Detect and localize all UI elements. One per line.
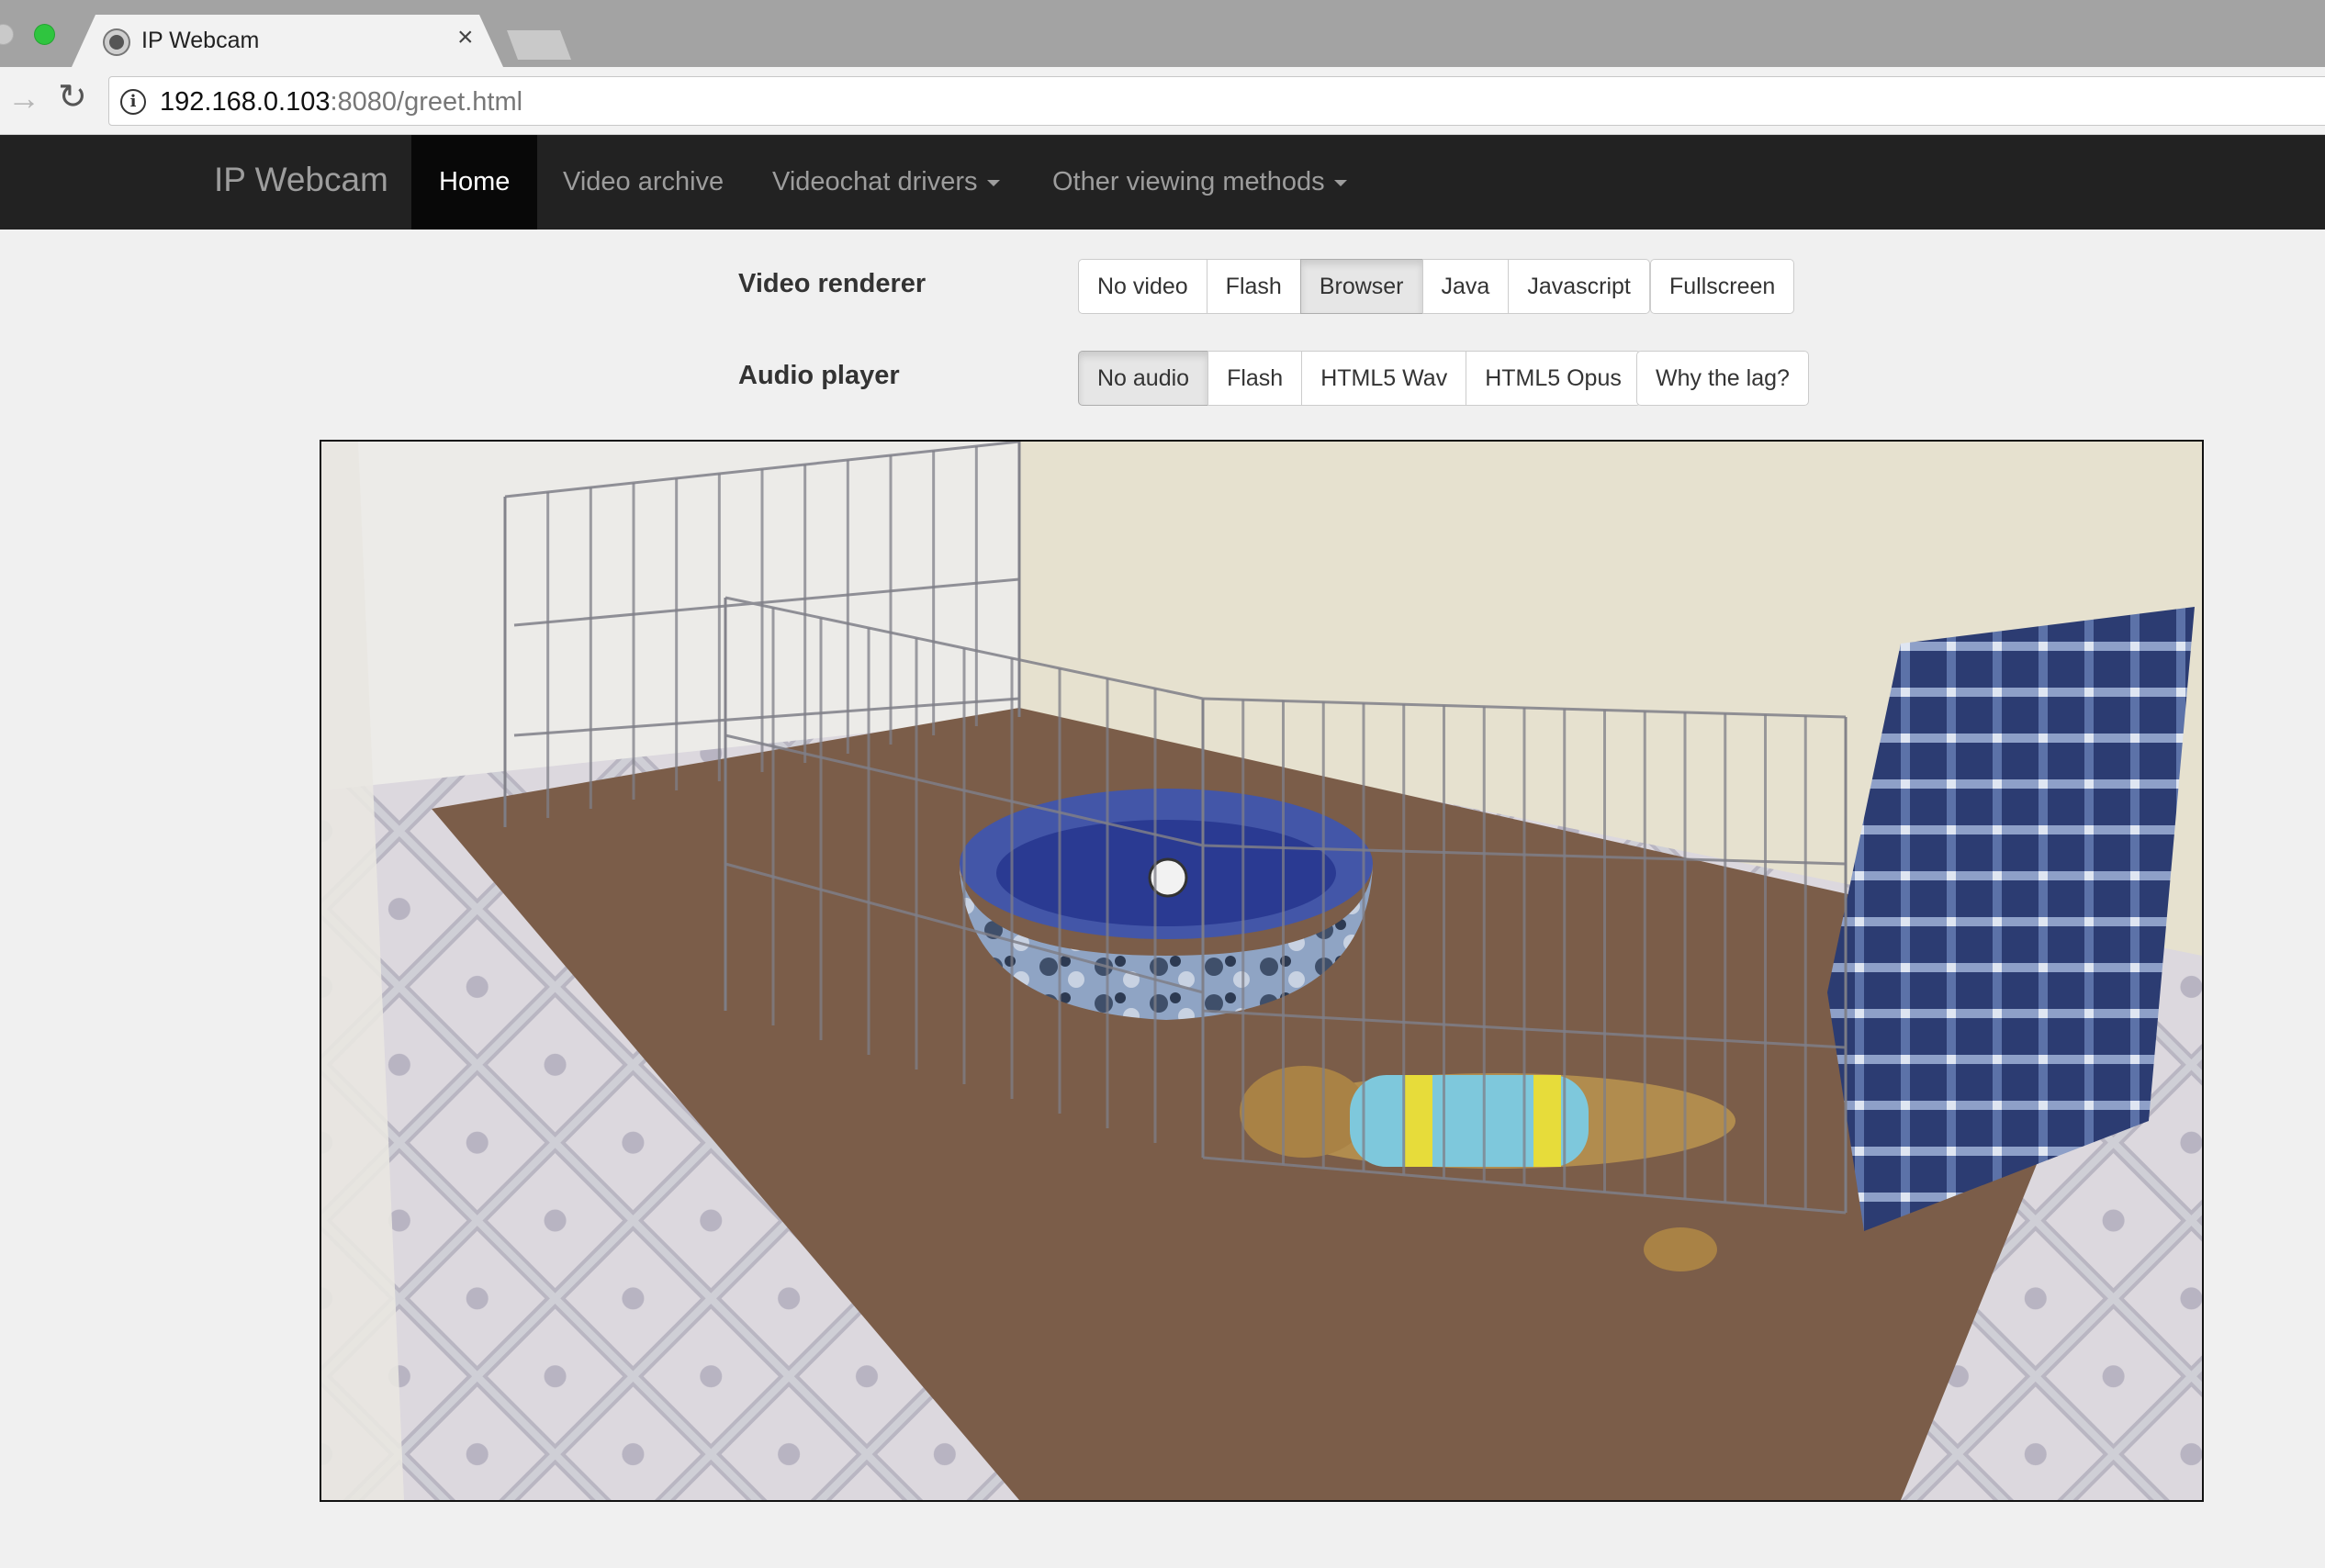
fullscreen-button[interactable]: Fullscreen bbox=[1650, 259, 1795, 314]
url-text[interactable]: 192.168.0.103:8080/greet.html bbox=[160, 87, 522, 118]
nav-video-archive[interactable]: Video archive bbox=[563, 135, 724, 230]
webcam-favicon-icon bbox=[105, 30, 129, 54]
caret-down-icon bbox=[986, 179, 1000, 186]
nav-other-viewing-methods-label: Other viewing methods bbox=[1052, 167, 1325, 196]
tab-close-icon[interactable]: × bbox=[457, 24, 474, 51]
fullscreen-group: Fullscreen bbox=[1650, 259, 1795, 314]
info-icon[interactable]: i bbox=[120, 89, 146, 115]
site-navbar: IP Webcam Home Video archive Videochat d… bbox=[0, 135, 2325, 230]
nav-videochat-drivers[interactable]: Videochat drivers bbox=[772, 135, 1000, 230]
audio-player-group: No audio Flash HTML5 Wav HTML5 Opus bbox=[1078, 351, 1641, 406]
audio-no-audio-button[interactable]: No audio bbox=[1078, 351, 1209, 406]
address-bar[interactable]: i 192.168.0.103:8080/greet.html bbox=[108, 76, 2325, 126]
browser-tab[interactable]: IP Webcam × bbox=[72, 15, 503, 67]
browser-toolbar: → ↻ i 192.168.0.103:8080/greet.html bbox=[0, 67, 2325, 135]
reload-icon[interactable]: ↻ bbox=[58, 80, 87, 115]
why-the-lag-button[interactable]: Why the lag? bbox=[1636, 351, 1809, 406]
audio-flash-button[interactable]: Flash bbox=[1207, 351, 1303, 406]
lag-help-group: Why the lag? bbox=[1636, 351, 1809, 406]
nav-other-viewing-methods[interactable]: Other viewing methods bbox=[1052, 135, 1347, 230]
navbar-brand[interactable]: IP Webcam bbox=[214, 161, 388, 199]
caret-down-icon bbox=[1333, 179, 1347, 186]
new-tab-button[interactable] bbox=[507, 30, 571, 60]
browser-tab-strip: IP Webcam × bbox=[0, 0, 2325, 67]
renderer-java-button[interactable]: Java bbox=[1421, 259, 1510, 314]
camera-frame-image bbox=[321, 442, 2202, 1500]
window-close-dot[interactable] bbox=[0, 24, 14, 45]
url-port-path: :8080/greet.html bbox=[330, 87, 523, 117]
video-renderer-group: No video Flash Browser Java Javascript bbox=[1078, 259, 1650, 314]
renderer-flash-button[interactable]: Flash bbox=[1206, 259, 1301, 314]
video-renderer-label: Video renderer bbox=[738, 269, 927, 298]
url-host: 192.168.0.103 bbox=[160, 87, 331, 117]
renderer-no-video-button[interactable]: No video bbox=[1078, 259, 1207, 314]
nav-home[interactable]: Home bbox=[411, 135, 538, 230]
window-maximize-dot[interactable] bbox=[34, 24, 55, 45]
renderer-browser-button[interactable]: Browser bbox=[1299, 259, 1423, 314]
tab-title: IP Webcam bbox=[141, 28, 260, 53]
audio-html5-opus-button[interactable]: HTML5 Opus bbox=[1466, 351, 1641, 406]
renderer-javascript-button[interactable]: Javascript bbox=[1508, 259, 1650, 314]
audio-player-label: Audio player bbox=[738, 361, 900, 390]
video-feed[interactable] bbox=[320, 440, 2204, 1502]
forward-arrow-icon[interactable]: → bbox=[7, 82, 40, 115]
audio-html5-wav-button[interactable]: HTML5 Wav bbox=[1301, 351, 1467, 406]
nav-videochat-drivers-label: Videochat drivers bbox=[772, 167, 978, 196]
